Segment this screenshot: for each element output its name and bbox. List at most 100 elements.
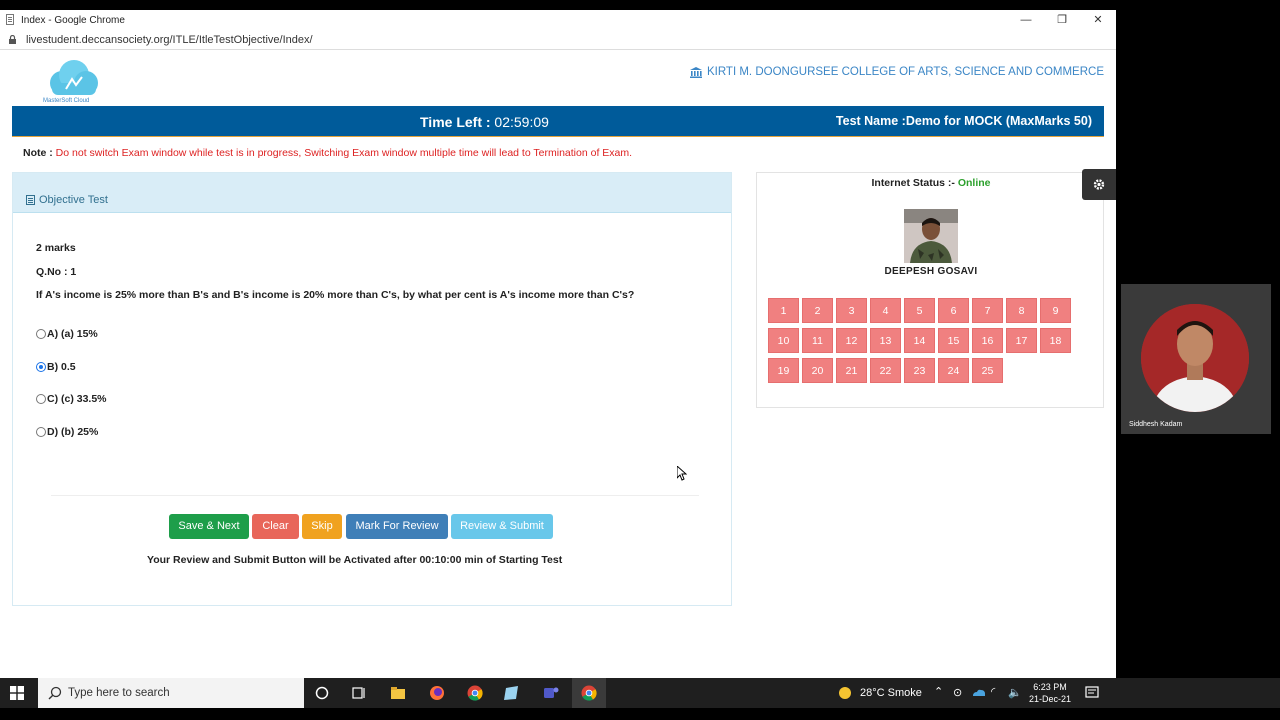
weather-text[interactable]: 28°C Smoke [860,687,922,699]
question-nav-button[interactable]: 8 [1006,298,1037,323]
weather-icon[interactable] [836,684,854,702]
task-view-icon[interactable] [350,684,368,702]
review-submit-button[interactable]: Review & Submit [451,514,553,539]
question-nav-button[interactable]: 17 [1006,328,1037,353]
restore-button[interactable]: ❐ [1052,12,1072,28]
time-left: Time Left : 02:59:09 [420,114,549,130]
chrome-icon[interactable] [466,684,484,702]
option-b-label: B) 0.5 [47,361,76,373]
question-nav-button[interactable]: 25 [972,358,1003,383]
wifi-icon[interactable]: ◜ [991,685,995,698]
notes-app-icon[interactable] [503,684,521,702]
clock-date: 21-Dec-21 [1028,694,1072,704]
question-nav-button[interactable]: 16 [972,328,1003,353]
option-a[interactable]: A) (a) 15% [36,328,98,340]
panel-heading-text: Objective Test [39,193,108,206]
meet-now-icon[interactable]: ⊙ [953,686,962,699]
question-nav-button[interactable]: 24 [938,358,969,383]
student-name: DEEPESH GOSAVI [884,266,978,277]
note-text: Do not switch Exam window while test is … [55,147,633,159]
question-nav-button[interactable]: 13 [870,328,901,353]
minimize-button[interactable]: — [1016,12,1036,28]
teams-icon[interactable] [542,684,560,702]
volume-icon[interactable]: 🔈 [1008,686,1022,699]
question-nav-button[interactable]: 5 [904,298,935,323]
question-marks: 2 marks [36,242,76,254]
question-nav-button[interactable]: 14 [904,328,935,353]
skip-button[interactable]: Skip [302,514,342,539]
option-c[interactable]: C) (c) 33.5% [36,393,107,405]
mark-for-review-button[interactable]: Mark For Review [346,514,448,539]
save-next-button[interactable]: Save & Next [169,514,249,539]
taskbar: Type here to search 28°C Smoke ⌃ ⊙ ◜ 🔈 6… [0,678,1280,708]
option-b-radio[interactable] [36,362,46,372]
question-nav-button[interactable]: 23 [904,358,935,383]
time-left-label: Time Left : [420,114,491,130]
option-d-label: D) (b) 25% [47,426,99,438]
question-nav-button[interactable]: 18 [1040,328,1071,353]
question-nav-button[interactable]: 6 [938,298,969,323]
participant-name: Siddhesh Kadam [1129,421,1183,428]
cortana-icon[interactable] [313,684,331,702]
option-b[interactable]: B) 0.5 [36,361,76,373]
student-photo [904,209,958,263]
page-icon [6,14,14,25]
file-explorer-icon[interactable] [389,684,407,702]
tray-chevron-icon[interactable]: ⌃ [934,685,943,698]
option-d-radio[interactable] [36,427,46,437]
question-text: If A's income is 25% more than B's and B… [36,289,635,301]
taskbar-search[interactable]: Type here to search [38,678,304,708]
mouse-cursor-icon [677,466,687,481]
question-nav-button[interactable]: 2 [802,298,833,323]
search-placeholder[interactable]: Type here to search [68,687,170,699]
window-title: Index - Google Chrome [21,15,125,26]
question-nav-button[interactable]: 22 [870,358,901,383]
student-panel: Internet Status :- Online DEEPESH GOSAVI… [756,172,1104,408]
question-nav-button[interactable]: 1 [768,298,799,323]
system-clock[interactable]: 6:23 PM 21-Dec-21 [1027,681,1073,705]
mastersoft-logo: MasterSoft Cloud [42,55,104,107]
search-icon [48,686,62,700]
question-nav-button[interactable]: 15 [938,328,969,353]
question-nav-button[interactable]: 12 [836,328,867,353]
address-bar[interactable]: livestudent.deccansociety.org/ITLE/ItleT… [0,30,1116,50]
clear-button[interactable]: Clear [252,514,299,539]
question-nav-button[interactable]: 21 [836,358,867,383]
close-button[interactable]: ✕ [1088,12,1108,28]
question-nav-button[interactable]: 19 [768,358,799,383]
test-name: Test Name :Demo for MOCK (MaxMarks 50) [835,114,1092,128]
chrome-active-icon[interactable] [580,684,598,702]
internet-value: Online [957,177,991,189]
option-d[interactable]: D) (b) 25% [36,426,98,438]
clock-time: 6:23 PM [1033,682,1067,692]
exam-note: Note : Do not switch Exam window while t… [23,147,632,159]
lock-icon [9,35,16,44]
question-nav-button[interactable]: 20 [802,358,833,383]
question-nav-button[interactable]: 4 [870,298,901,323]
question-panel: Objective Test 2 marks Q.No : 1 If A's i… [12,172,732,606]
list-icon [26,194,35,205]
divider [51,495,699,496]
question-nav-button[interactable]: 10 [768,328,799,353]
windows-start-icon[interactable] [10,686,24,700]
onedrive-icon[interactable] [970,684,988,702]
gear-icon [1093,179,1105,190]
question-nav-button[interactable]: 3 [836,298,867,323]
url-text[interactable]: livestudent.deccansociety.org/ITLE/ItleT… [26,34,313,46]
notifications-icon[interactable] [1083,684,1101,702]
question-nav-button[interactable]: 11 [802,328,833,353]
note-label: Note : [23,147,53,159]
settings-button[interactable] [1082,169,1116,200]
question-nav-button[interactable]: 7 [972,298,1003,323]
institution-icon [689,66,702,78]
exam-page: MasterSoft Cloud KIRTI M. DOONGURSEE COL… [0,51,1116,678]
question-nav-button[interactable]: 9 [1040,298,1071,323]
video-call-tile: Siddhesh Kadam [1121,284,1271,434]
option-c-radio[interactable] [36,394,46,404]
question-number: Q.No : 1 [36,266,77,278]
test-header-bar: Time Left : 02:59:09 Test Name :Demo for… [12,106,1104,137]
firefox-icon[interactable] [428,684,446,702]
logo-text: MasterSoft Cloud [43,98,90,104]
active-chrome-tab[interactable] [572,678,606,708]
option-a-radio[interactable] [36,329,46,339]
